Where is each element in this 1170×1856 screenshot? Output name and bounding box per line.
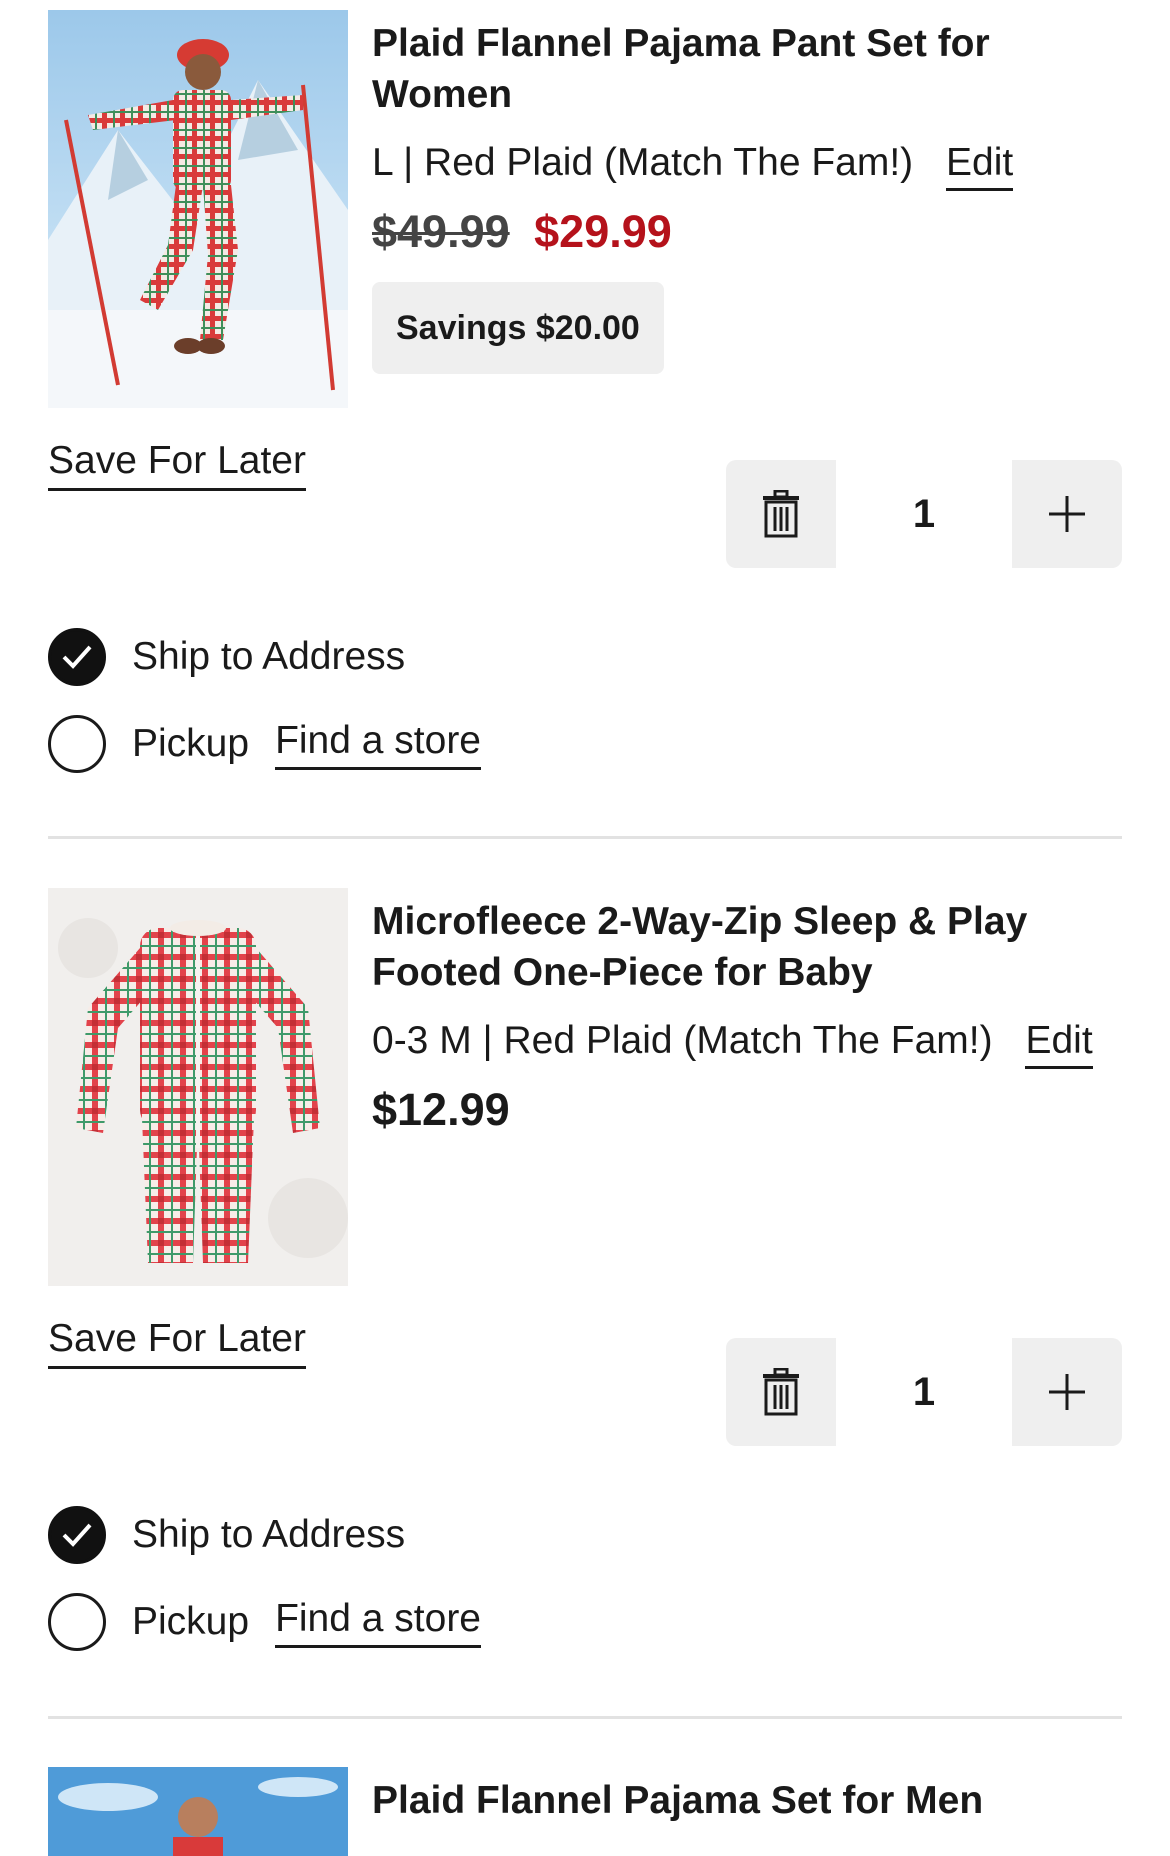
increase-quantity-button[interactable] (1012, 1338, 1122, 1446)
pickup-option[interactable]: Pickup Find a store (48, 1591, 481, 1653)
product-info: Microfleece 2-Way-Zip Sleep & Play Foote… (372, 888, 1122, 1140)
quantity-value[interactable]: 1 (836, 460, 1012, 568)
product-photo (48, 888, 348, 1286)
price-row: $12.99 (372, 1080, 1122, 1140)
item-divider (48, 1716, 1122, 1719)
save-for-later-link[interactable]: Save For Later (48, 438, 306, 491)
pickup-label: Pickup (132, 1600, 250, 1643)
delete-button[interactable] (726, 460, 836, 568)
quantity-stepper: 1 (726, 1338, 1122, 1446)
quantity-value[interactable]: 1 (836, 1338, 1012, 1446)
product-title[interactable]: Plaid Flannel Pajama Set for Men (372, 1767, 1122, 1826)
variant-row: L | Red Plaid (Match The Fam!) Edit (372, 138, 1122, 191)
ship-radio[interactable] (48, 1506, 106, 1564)
save-for-later-link[interactable]: Save For Later (48, 1316, 306, 1369)
product-title[interactable]: Plaid Flannel Pajama Pant Set for Women (372, 10, 1122, 120)
variant-text: L | Red Plaid (Match The Fam!) (372, 141, 914, 184)
checkmark-icon (62, 645, 92, 669)
ship-label: Ship to Address (132, 1513, 406, 1556)
plus-icon (1049, 496, 1085, 532)
variant-text: 0-3 M | Red Plaid (Match The Fam!) (372, 1019, 993, 1062)
increase-quantity-button[interactable] (1012, 460, 1122, 568)
find-store-link[interactable]: Find a store (275, 719, 481, 770)
plus-icon (1049, 1374, 1085, 1410)
ship-label: Ship to Address (132, 635, 406, 678)
edit-link[interactable]: Edit (1025, 1019, 1093, 1069)
pickup-label: Pickup (132, 722, 250, 765)
price-row: $49.99 $29.99 (372, 202, 1122, 262)
variant-row: 0-3 M | Red Plaid (Match The Fam!) Edit (372, 1016, 1122, 1069)
pickup-radio[interactable] (48, 715, 106, 773)
find-store-link[interactable]: Find a store (275, 1597, 481, 1648)
item-divider (48, 836, 1122, 839)
product-info: Plaid Flannel Pajama Set for Men (372, 1767, 1122, 1826)
checkmark-icon (62, 1523, 92, 1547)
product-image-men-pajama[interactable] (48, 1767, 348, 1856)
ship-option[interactable]: Ship to Address (48, 1504, 405, 1566)
original-price: $49.99 (372, 206, 510, 257)
trash-icon (763, 490, 799, 538)
price: $12.99 (372, 1084, 510, 1135)
delete-button[interactable] (726, 1338, 836, 1446)
product-title[interactable]: Microfleece 2-Way-Zip Sleep & Play Foote… (372, 888, 1122, 998)
product-photo (48, 1767, 348, 1856)
ship-radio[interactable] (48, 628, 106, 686)
quantity-stepper: 1 (726, 460, 1122, 568)
ship-option[interactable]: Ship to Address (48, 626, 405, 688)
pickup-option[interactable]: Pickup Find a store (48, 713, 481, 775)
product-image-baby-onepiece[interactable] (48, 888, 348, 1286)
pickup-radio[interactable] (48, 1593, 106, 1651)
savings-badge: Savings $20.00 (372, 282, 664, 374)
product-image-women-pajama[interactable] (48, 10, 348, 408)
trash-icon (763, 1368, 799, 1416)
product-photo (48, 10, 348, 408)
sale-price: $29.99 (534, 206, 672, 257)
edit-link[interactable]: Edit (946, 141, 1014, 191)
product-info: Plaid Flannel Pajama Pant Set for Women … (372, 10, 1122, 374)
